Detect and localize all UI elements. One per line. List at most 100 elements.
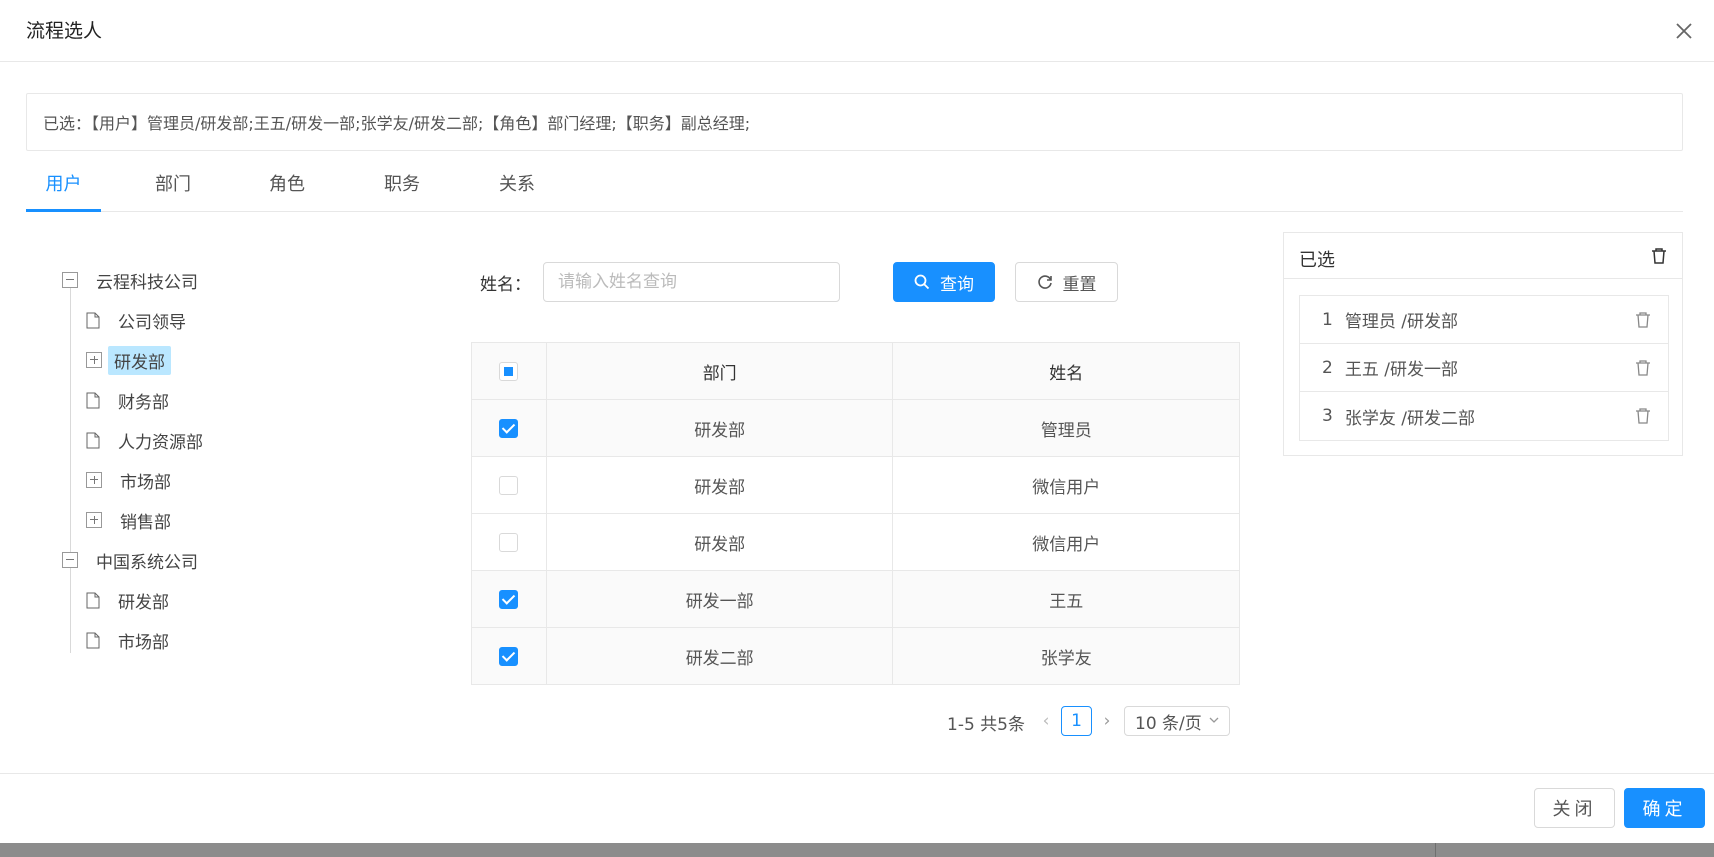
row-check-cell	[471, 627, 547, 685]
user-table: 部门 姓名 研发部 管理员 研发部 微信用户 研发部 微信用户 研发一部 王五 …	[471, 342, 1240, 685]
name-cell: 微信用户	[892, 513, 1240, 571]
dept-cell: 研发一部	[545, 570, 894, 628]
chevron-down-icon	[1209, 717, 1219, 723]
file-icon	[86, 312, 100, 328]
tab-department[interactable]: 部门	[143, 165, 203, 212]
row-checkbox[interactable]	[499, 532, 519, 552]
close-button[interactable]: 关闭	[1534, 788, 1615, 828]
list-item: 2 王五 /研发一部	[1300, 344, 1668, 392]
row-check-cell	[471, 513, 547, 571]
tree-connector-line	[70, 565, 71, 653]
row-checkbox[interactable]	[499, 475, 519, 495]
selected-panel: 已选 1 管理员 /研发部 2 王五 /研发一部 3 张学友 /研发二部	[1283, 232, 1683, 456]
list-item-text: 张学友 /研发二部	[1344, 408, 1475, 429]
tree-node-label[interactable]: 财务部	[112, 386, 175, 415]
query-button[interactable]: 查询	[893, 262, 995, 302]
collapse-icon[interactable]	[62, 272, 78, 288]
tree-node-marketing[interactable]: 市场部	[86, 465, 177, 495]
next-page-icon[interactable]: ›	[1098, 711, 1116, 731]
tree-node-label[interactable]: 人力资源部	[112, 426, 209, 455]
prev-page-icon[interactable]: ‹	[1037, 711, 1055, 731]
tree-node-rnd-2[interactable]: 研发部	[86, 585, 175, 615]
selected-panel-header: 已选	[1284, 233, 1682, 279]
modal-footer	[0, 773, 1714, 843]
tree-node-label[interactable]: 研发部	[112, 586, 175, 615]
table-row[interactable]: 研发部 管理员	[471, 399, 1240, 457]
list-item-text: 王五 /研发一部	[1344, 360, 1458, 380]
selected-panel-title: 已选	[1299, 250, 1335, 271]
tree-node-marketing-2[interactable]: 市场部	[86, 625, 175, 655]
background-divider	[1435, 843, 1436, 857]
tree-connector-line	[70, 285, 71, 553]
tree-node-finance[interactable]: 财务部	[86, 385, 175, 415]
name-cell: 王五	[892, 570, 1240, 628]
modal-header: 流程选人	[0, 0, 1714, 62]
list-item: 1 管理员 /研发部	[1300, 296, 1668, 344]
row-checkbox[interactable]	[499, 646, 519, 666]
trash-icon[interactable]	[1635, 311, 1651, 329]
tab-role[interactable]: 角色	[257, 165, 317, 212]
tree-node-label[interactable]: 云程科技公司	[90, 266, 204, 295]
reload-icon	[1037, 275, 1052, 289]
file-icon	[86, 632, 100, 648]
expand-icon[interactable]	[86, 472, 102, 488]
tab-relation[interactable]: 关系	[487, 165, 547, 212]
list-item: 3 张学友 /研发二部	[1300, 392, 1668, 440]
tree-node-label[interactable]: 中国系统公司	[90, 546, 204, 575]
tree-node-label[interactable]: 研发部	[108, 345, 171, 375]
tab-user[interactable]: 用户	[26, 165, 101, 212]
table-header-row: 部门 姓名	[471, 342, 1240, 400]
tree-node-hr[interactable]: 人力资源部	[86, 425, 209, 455]
selected-summary: 已选：【用户】管理员/研发部;王五/研发一部;张学友/研发二部;【角色】部门经理…	[26, 93, 1683, 151]
list-item-text: 管理员 /研发部	[1344, 312, 1458, 332]
tree-node-label[interactable]: 市场部	[114, 466, 177, 495]
trash-icon[interactable]	[1635, 407, 1651, 425]
list-item-index: 2	[1322, 357, 1333, 378]
pagination-total: 1-5 共5条	[947, 715, 1025, 735]
table-row[interactable]: 研发部 微信用户	[471, 456, 1240, 514]
trash-icon[interactable]	[1635, 359, 1651, 377]
select-all-cell	[471, 342, 547, 400]
tree-node-sales[interactable]: 销售部	[86, 505, 177, 535]
query-button-label: 查询	[940, 274, 974, 295]
confirm-button[interactable]: 确定	[1624, 788, 1705, 828]
collapse-icon[interactable]	[62, 552, 78, 568]
file-icon	[86, 392, 100, 408]
name-cell: 微信用户	[892, 456, 1240, 514]
row-check-cell	[471, 570, 547, 628]
table-row[interactable]: 研发一部 王五	[471, 570, 1240, 628]
tree-node-rnd[interactable]: 研发部	[86, 345, 171, 375]
search-name-input[interactable]	[543, 262, 840, 302]
tree-node-leaders[interactable]: 公司领导	[86, 305, 192, 335]
reset-button-label: 重置	[1062, 274, 1097, 295]
close-icon[interactable]	[1672, 19, 1696, 43]
tree-node-label[interactable]: 公司领导	[112, 306, 192, 335]
background-overlay-strip	[0, 843, 1714, 857]
page-number-button[interactable]: 1	[1061, 706, 1092, 736]
page-size-select[interactable]: 10 条/页	[1124, 706, 1230, 736]
search-icon	[914, 274, 930, 290]
tree-node-yuncheng[interactable]: 云程科技公司	[62, 265, 204, 295]
tab-position[interactable]: 职务	[372, 165, 432, 212]
select-all-checkbox[interactable]	[499, 361, 519, 381]
org-tree: 云程科技公司 公司领导 研发部 财务部 人力资源部 市场部 销售部 中国系统公司…	[56, 265, 356, 665]
list-item-index: 3	[1322, 406, 1333, 426]
row-checkbox[interactable]	[499, 418, 519, 438]
tree-node-label[interactable]: 销售部	[114, 506, 177, 535]
name-cell: 张学友	[892, 627, 1240, 685]
table-row[interactable]: 研发二部 张学友	[471, 627, 1240, 685]
row-checkbox[interactable]	[499, 589, 519, 609]
table-row[interactable]: 研发部 微信用户	[471, 513, 1240, 571]
search-name-label: 姓名：	[480, 275, 531, 295]
dept-cell: 研发部	[545, 456, 894, 514]
expand-icon[interactable]	[86, 512, 102, 528]
clear-all-trash-icon[interactable]	[1650, 247, 1668, 265]
tree-node-label[interactable]: 市场部	[112, 626, 175, 655]
list-item-index: 1	[1322, 309, 1333, 330]
dept-cell: 研发部	[545, 513, 894, 571]
file-icon	[86, 592, 100, 608]
reset-button[interactable]: 重置	[1015, 262, 1118, 302]
selected-list: 1 管理员 /研发部 2 王五 /研发一部 3 张学友 /研发二部	[1299, 295, 1669, 441]
expand-icon[interactable]	[86, 352, 102, 368]
tree-node-china-system[interactable]: 中国系统公司	[62, 545, 204, 575]
